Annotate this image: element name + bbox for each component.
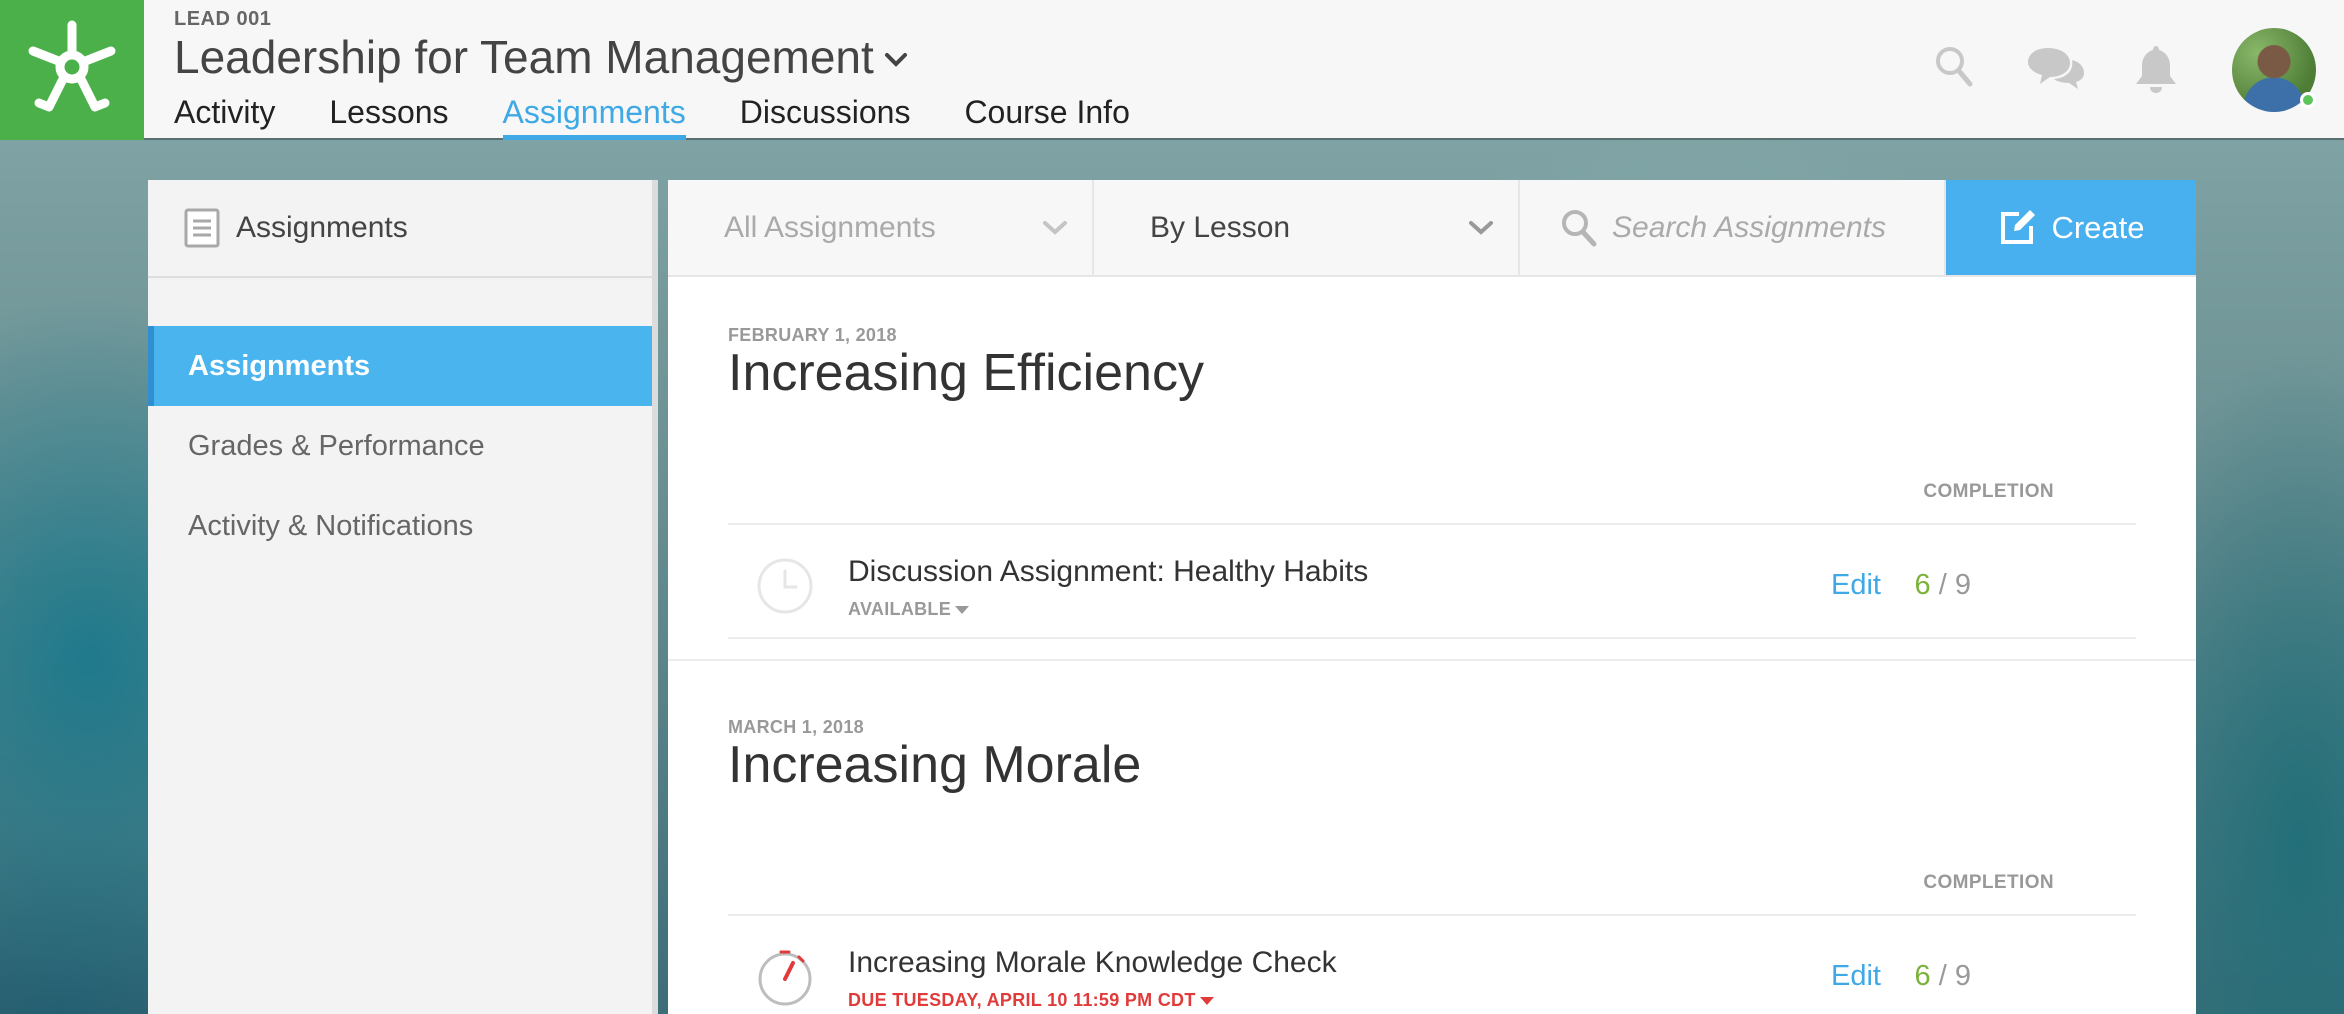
total-count: 9	[1954, 960, 1971, 992]
search-icon[interactable]	[1934, 44, 1974, 88]
sidebar-item-assignments[interactable]: Assignments	[148, 326, 652, 406]
assignment-due-dropdown[interactable]: DUE TUESDAY, APRIL 10 11:59 PM CDT	[848, 990, 1214, 1011]
search-icon	[1562, 209, 1597, 246]
chevron-down-icon	[884, 53, 907, 67]
bell-icon[interactable]	[2134, 44, 2178, 94]
count-separator: /	[1938, 569, 1955, 601]
sidebar: Assignments Assignments Grades & Perform…	[148, 180, 658, 1014]
sidebar-item-grades-performance[interactable]: Grades & Performance	[148, 406, 652, 486]
edit-link[interactable]: Edit	[1831, 569, 1881, 602]
completion-count: 6 / 9	[1915, 960, 1971, 993]
total-count: 9	[1954, 569, 1971, 601]
completion-count: 6 / 9	[1915, 569, 1971, 602]
sidebar-title: Assignments	[236, 211, 408, 244]
user-avatar[interactable]	[2232, 28, 2316, 112]
assignment-status-dropdown[interactable]: AVAILABLE	[848, 599, 970, 620]
completion-header: COMPLETION	[1923, 872, 2054, 893]
assignment-name[interactable]: Discussion Assignment: Healthy Habits	[848, 555, 1368, 589]
course-title: Leadership for Team Management	[174, 31, 874, 83]
online-status-dot	[2300, 92, 2316, 108]
assignment-filter-value: All Assignments	[724, 210, 936, 244]
course-title-dropdown[interactable]: Leadership for Team Management	[174, 30, 908, 84]
group-by-select[interactable]: By Lesson	[1094, 180, 1520, 275]
tab-lessons[interactable]: Lessons	[329, 90, 448, 140]
sidebar-header: Assignments	[148, 180, 652, 278]
caret-down-icon	[955, 605, 970, 614]
tab-discussions[interactable]: Discussions	[740, 90, 911, 140]
assignments-panel: All Assignments By Lesson Search Assignm…	[668, 180, 2196, 1014]
search-placeholder: Search Assignments	[1612, 210, 1887, 244]
section-title: Increasing Morale	[728, 736, 1142, 794]
lesson-section: FEBRUARY 1, 2018 Increasing Efficiency C…	[668, 277, 2196, 661]
completed-count: 6	[1914, 960, 1931, 992]
document-icon	[184, 208, 220, 248]
course-code: LEAD 001	[174, 8, 272, 30]
top-header: LEAD 001 Leadership for Team Management …	[0, 0, 2344, 140]
assignment-filter-select[interactable]: All Assignments	[668, 180, 1094, 275]
create-button-label: Create	[2051, 209, 2145, 245]
assignment-name[interactable]: Increasing Morale Knowledge Check	[848, 946, 1337, 980]
assignment-status: AVAILABLE	[848, 599, 952, 619]
group-by-value: By Lesson	[1150, 210, 1291, 244]
completed-count: 6	[1914, 569, 1931, 601]
tab-assignments[interactable]: Assignments	[502, 90, 686, 140]
chevron-down-icon	[1469, 220, 1493, 235]
section-title: Increasing Efficiency	[728, 344, 1204, 402]
assignments-toolbar: All Assignments By Lesson Search Assignm…	[668, 180, 2196, 277]
search-assignments-input[interactable]: Search Assignments	[1520, 180, 1946, 275]
chevron-down-icon	[1043, 220, 1067, 235]
clock-icon	[757, 558, 813, 614]
timer-icon	[758, 950, 812, 1006]
course-tabs: Activity Lessons Assignments Discussions…	[174, 90, 1184, 140]
edit-icon	[2001, 209, 2036, 244]
lesson-section: MARCH 1, 2018 Increasing Morale COMPLETI…	[668, 661, 2196, 1014]
chat-icon[interactable]	[2026, 44, 2086, 92]
assignment-row[interactable]: Increasing Morale Knowledge Check DUE TU…	[728, 914, 2136, 1014]
tab-course-info[interactable]: Course Info	[964, 90, 1129, 140]
app-logo[interactable]	[0, 0, 144, 140]
caret-down-icon	[1199, 996, 1214, 1005]
completion-header: COMPLETION	[1923, 481, 2054, 502]
assignment-due-date: DUE TUESDAY, APRIL 10 11:59 PM CDT	[848, 990, 1196, 1010]
edit-link[interactable]: Edit	[1831, 960, 1881, 993]
tab-activity[interactable]: Activity	[174, 90, 275, 140]
logo-icon	[28, 20, 116, 112]
create-button[interactable]: Create	[1946, 180, 2196, 275]
count-separator: /	[1938, 960, 1955, 992]
sidebar-item-activity-notifications[interactable]: Activity & Notifications	[148, 486, 652, 566]
assignment-row[interactable]: Discussion Assignment: Healthy Habits AV…	[728, 523, 2136, 639]
